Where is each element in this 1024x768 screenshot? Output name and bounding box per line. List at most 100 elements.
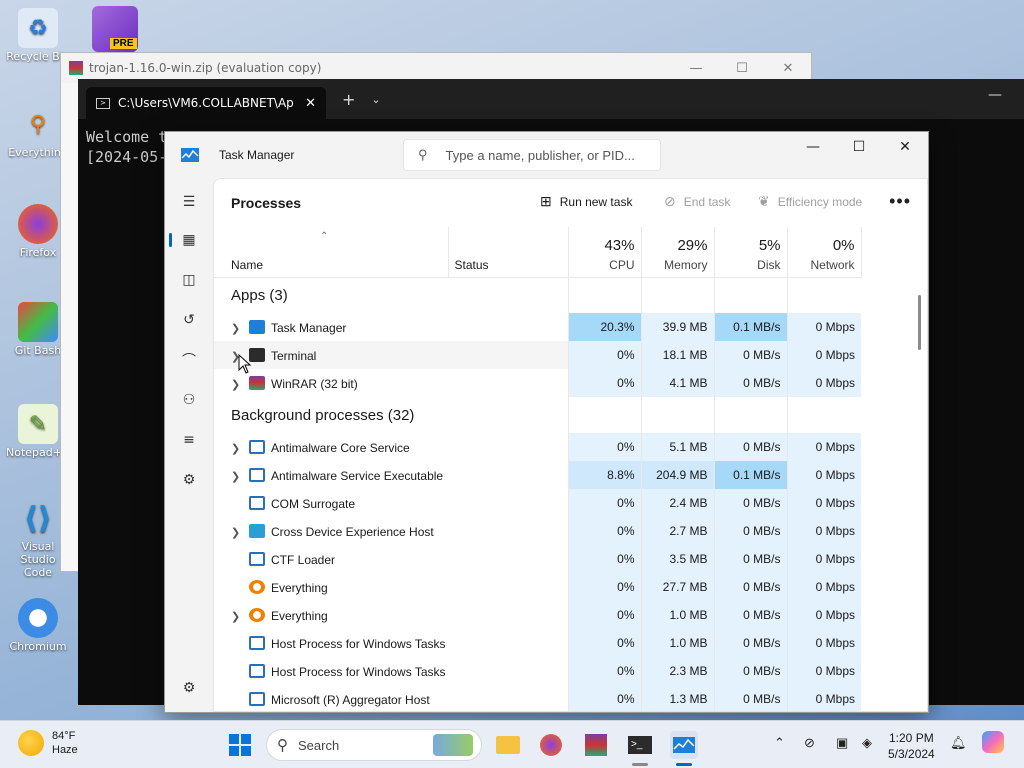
close-button[interactable]: ✕ (882, 132, 928, 162)
users-icon: ⚇ (182, 392, 196, 408)
new-tab-button[interactable]: + (342, 90, 355, 109)
process-row[interactable]: Microsoft (R) Aggregator Host 0% 1.3 MB 0 M… (214, 685, 861, 711)
expand-chevron-icon[interactable]: ❯ (231, 526, 245, 539)
expand-chevron-icon[interactable]: ❯ (231, 610, 245, 623)
process-row[interactable]: CTF Loader 0% 3.5 MB 0 MB/s 0 Mbps (214, 545, 861, 573)
process-row[interactable]: Host Process for Windows Tasks 0% 1.0 MB 0 … (214, 629, 861, 657)
memory-total: 29% (677, 236, 708, 254)
memory-value: 1.0 MB (640, 601, 714, 629)
start-button[interactable] (226, 731, 254, 759)
taskbar-winrar[interactable] (582, 731, 610, 759)
network-value: 0 Mbps (786, 517, 861, 545)
expand-chevron-icon[interactable]: ❯ (231, 442, 245, 455)
process-row[interactable]: Everything 0% 27.7 MB 0 MB/s 0 Mbps (214, 573, 861, 601)
weather-widget[interactable]: 84°F Haze (18, 729, 78, 757)
process-name: Host Process for Windows Tasks (271, 636, 446, 651)
process-name: WinRAR (32 bit) (271, 376, 358, 391)
process-row[interactable]: ❯ Terminal 0% 18.1 MB 0 MB/s 0 Mbps (214, 341, 861, 369)
network-total: 0% (832, 236, 855, 254)
expand-chevron-icon[interactable]: ❯ (231, 378, 245, 391)
system-clock[interactable]: 1:20 PM 5/3/2024 (888, 730, 935, 762)
vscode-icon: ⟨⟩ (24, 500, 52, 536)
process-row[interactable]: ❯ WinRAR (32 bit) 0% 4.1 MB 0 MB/s 0 Mbps (214, 369, 861, 397)
taskbar-search[interactable]: ⚲ Search (266, 729, 482, 761)
taskbar-file-explorer[interactable] (494, 731, 522, 759)
process-name: Cross Device Experience Host (271, 524, 434, 539)
more-options-button[interactable]: ••• (889, 191, 911, 212)
column-label: Name (231, 257, 264, 272)
cpu-value: 0% (568, 489, 641, 517)
scrollbar-thumb[interactable] (918, 295, 921, 350)
process-row[interactable]: ❯ Cross Device Experience Host 0% 2.7 MB 0 M… (214, 517, 861, 545)
taskbar-terminal[interactable]: >_ (626, 731, 654, 759)
nav-users[interactable]: ⚇ (173, 384, 205, 416)
taskbar-firefox[interactable] (537, 731, 565, 759)
taskbar-task-manager[interactable] (670, 731, 698, 759)
search-input[interactable]: ⚲ Type a name, publisher, or PID... (403, 139, 661, 171)
chromium-icon (18, 598, 58, 638)
nav-startup-apps[interactable]: ⌒ (173, 344, 205, 376)
weather-description: Haze (52, 744, 78, 756)
column-header-memory[interactable]: 29% Memory (641, 227, 715, 278)
task-manager-window[interactable]: Task Manager ⚲ Type a name, publisher, o… (164, 131, 929, 713)
service-icon (249, 551, 265, 566)
weather-haze-icon (18, 730, 44, 756)
show-hidden-icons-button[interactable]: ⌃ (774, 735, 785, 751)
process-row[interactable]: ❯ Antimalware Core Service 0% 5.1 MB 0 MB/s 0… (214, 433, 861, 461)
efficiency-mode-button[interactable]: ❦ Efficiency mode (758, 193, 862, 210)
notification-bell-icon[interactable]: 🔔︎ (950, 735, 967, 751)
process-row[interactable]: ❯ Antimalware Service Executable 8.8% 204.9… (214, 461, 861, 489)
expand-chevron-icon[interactable]: ❯ (231, 470, 245, 483)
nav-app-history[interactable]: ↺ (173, 304, 205, 336)
navigation-sidebar: ☰ ▦ ◫ ↺ ⌒ ⚇ ≡ ⚙ ⚙ (165, 178, 213, 712)
memory-value: 2.4 MB (640, 489, 714, 517)
minimize-button[interactable]: — (988, 87, 1002, 103)
desktop-icon-chromium[interactable]: Chromium (6, 598, 70, 653)
hamburger-menu-button[interactable]: ☰ (173, 186, 205, 218)
column-header-cpu[interactable]: 43% CPU (568, 227, 642, 278)
column-header-network[interactable]: 0% Network (787, 227, 862, 278)
performance-icon: ◫ (182, 272, 196, 288)
nav-details[interactable]: ≡ (173, 424, 205, 456)
terminal-tab[interactable]: > C:\Users\VM6.COLLABNET\Ap ✕ (86, 87, 326, 119)
cpu-value: 0% (568, 341, 641, 369)
desktop-icon-visual-studio-preview[interactable]: PRE (92, 6, 138, 52)
page-title: Processes (231, 195, 302, 211)
nav-processes[interactable]: ▦ (169, 224, 205, 256)
close-tab-icon[interactable]: ✕ (305, 96, 316, 111)
volume-icon[interactable]: ◈ (862, 735, 872, 751)
disk-value: 0.1 MB/s (713, 313, 787, 341)
process-row[interactable]: ❯ Task Manager 20.3% 39.9 MB 0.1 MB/s 0 Mbps (214, 313, 861, 341)
process-status (448, 489, 569, 517)
process-status (448, 433, 569, 461)
minimize-button[interactable]: — (790, 132, 836, 162)
column-header-status[interactable]: Status (448, 227, 569, 278)
nav-performance[interactable]: ◫ (173, 264, 205, 296)
service-icon (249, 495, 265, 510)
process-row[interactable]: ❯ Everything 0% 1.0 MB 0 MB/s 0 Mbps (214, 601, 861, 629)
column-header-name[interactable]: ⌃ Name (214, 227, 449, 278)
maximize-button[interactable]: ☐ (836, 132, 882, 162)
nav-settings[interactable]: ⚙ (173, 672, 205, 704)
expand-chevron-icon[interactable]: ❯ (231, 322, 245, 335)
monitor-icon[interactable]: ▣ (836, 735, 848, 751)
copilot-icon[interactable] (982, 731, 1004, 753)
cpu-value: 0% (568, 573, 641, 601)
network-value: 0 Mbps (786, 685, 861, 711)
process-status (448, 369, 569, 397)
run-new-task-button[interactable]: ⊞ Run new task (540, 193, 632, 210)
network-value: 0 Mbps (786, 489, 861, 517)
process-row[interactable]: Host Process for Windows Tasks 0% 2.3 MB 0 … (214, 657, 861, 685)
end-task-label: End task (683, 194, 731, 209)
service-icon (249, 635, 265, 650)
disk-value: 0.1 MB/s (713, 461, 787, 489)
tab-dropdown-button[interactable]: ⌄ (371, 93, 380, 106)
end-task-icon: ⊘ (664, 193, 676, 209)
end-task-button[interactable]: ⊘ End task (664, 193, 730, 210)
process-name: Terminal (271, 348, 317, 363)
process-row[interactable]: COM Surrogate 0% 2.4 MB 0 MB/s 0 Mbps (214, 489, 861, 517)
network-icon[interactable]: ⊘ (804, 735, 815, 751)
nav-services[interactable]: ⚙ (173, 464, 205, 496)
process-status (448, 313, 569, 341)
column-header-disk[interactable]: 5% Disk (714, 227, 788, 278)
